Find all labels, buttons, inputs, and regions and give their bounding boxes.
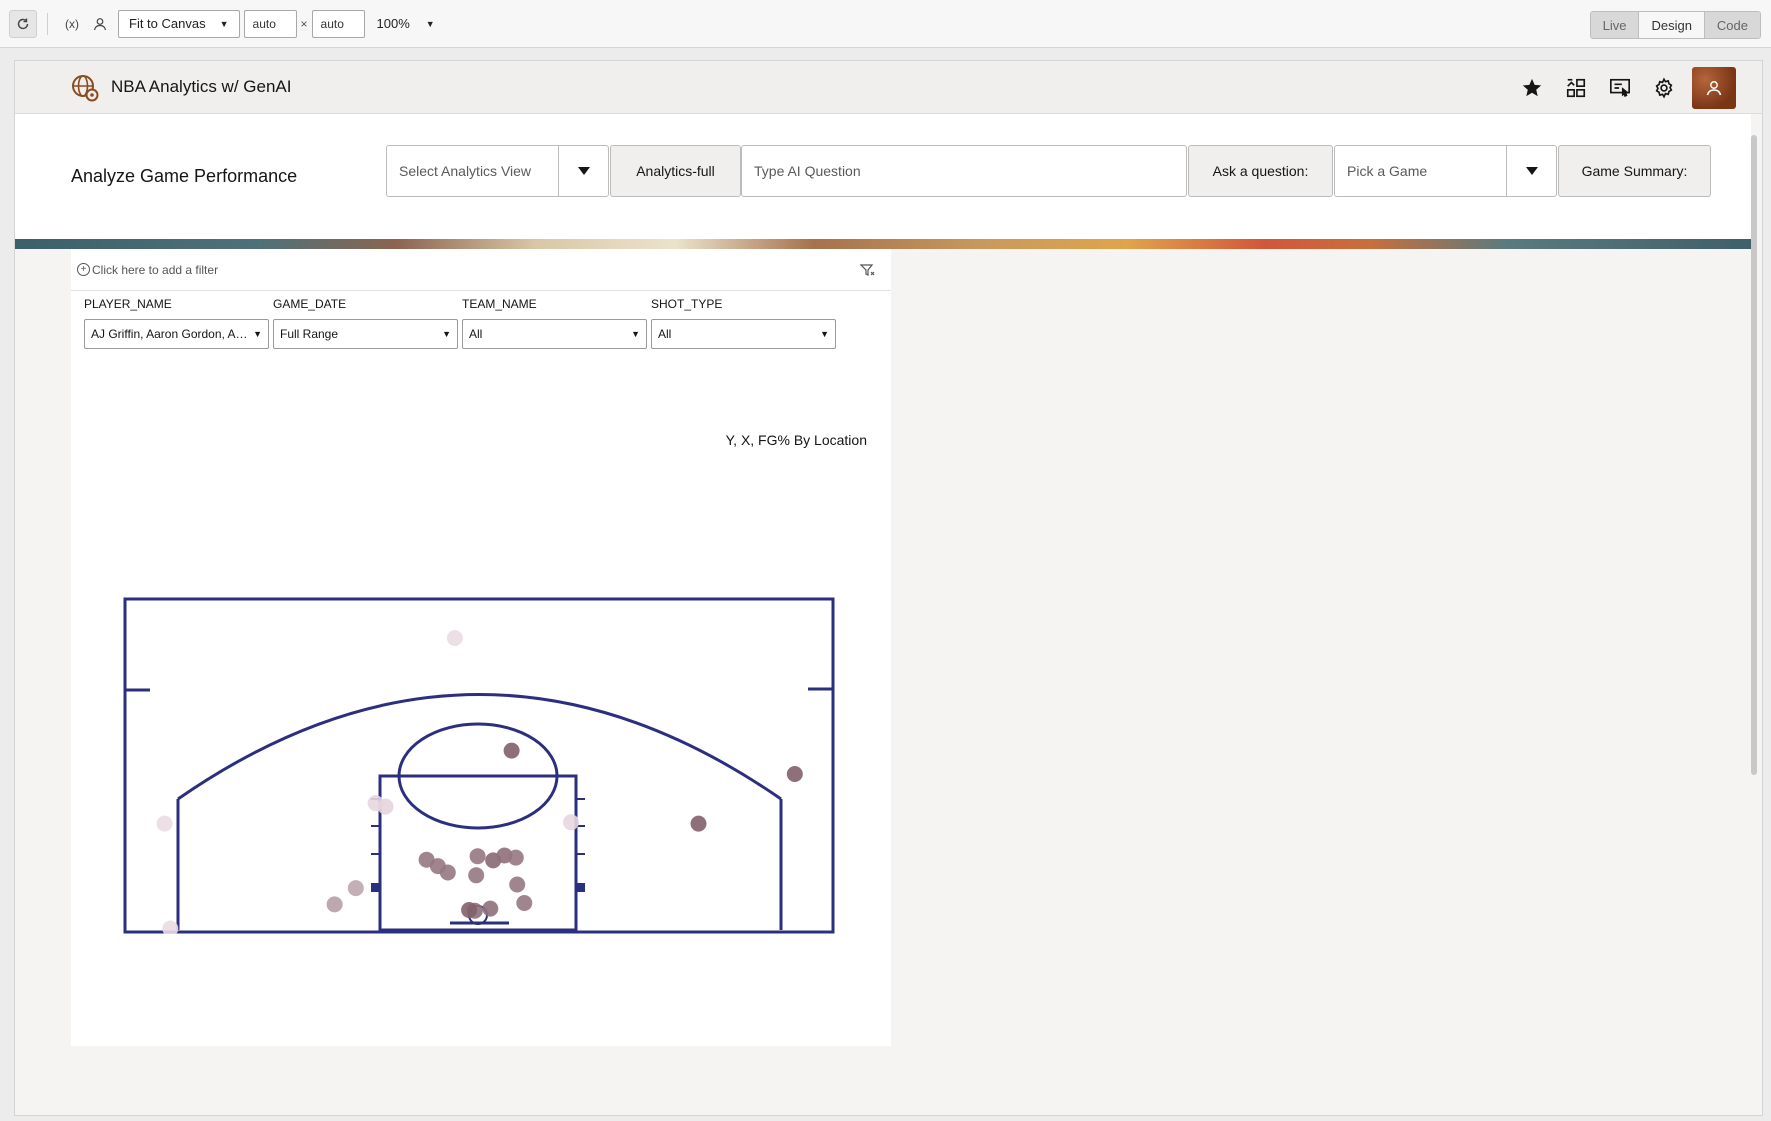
shot-point[interactable] xyxy=(507,849,524,866)
app-header: NBA Analytics w/ GenAI xyxy=(15,61,1762,114)
chart-title: Y, X, FG% By Location xyxy=(725,432,867,448)
filter-value: Full Range xyxy=(280,327,339,341)
header-actions xyxy=(1508,67,1736,109)
zoom-select[interactable]: 100% ▼ xyxy=(377,16,435,31)
app-frame: NBA Analytics w/ GenAI Analyze Game Perf… xyxy=(14,60,1763,1116)
filter-value: AJ Griffin, Aaron Gordon, Aaron Holiday xyxy=(91,327,249,341)
scrollbar-thumb[interactable] xyxy=(1751,135,1757,775)
mode-switcher: Live Design Code xyxy=(1589,11,1761,39)
filter-label: PLAYER_NAME xyxy=(84,297,172,311)
add-filter-label: Click here to add a filter xyxy=(92,262,219,277)
filter-bar: + Click here to add a filter xyxy=(71,249,891,291)
toolbar-divider xyxy=(47,12,48,35)
shot-point[interactable] xyxy=(418,851,435,868)
team-name-select[interactable]: All ▼ xyxy=(462,319,647,349)
chevron-down-icon: ▼ xyxy=(425,18,435,29)
avatar[interactable] xyxy=(1692,67,1736,109)
chevron-down-icon[interactable] xyxy=(1506,146,1556,196)
canvas-width-input[interactable]: auto xyxy=(243,9,297,38)
fit-to-canvas-select[interactable]: Fit to Canvas ▼ xyxy=(118,9,240,38)
designer-toolbar: (x) Fit to Canvas ▼ auto × auto 100% ▼ L… xyxy=(0,0,1771,48)
game-summary-button[interactable]: Game Summary: xyxy=(1558,145,1711,197)
shot-point[interactable] xyxy=(516,895,533,911)
lane-block xyxy=(371,883,380,892)
shot-point[interactable] xyxy=(503,742,520,759)
chevron-down-icon: ▼ xyxy=(442,329,451,339)
filter-label: TEAM_NAME xyxy=(462,297,537,311)
app-title: NBA Analytics w/ GenAI xyxy=(111,77,292,96)
ai-question-input[interactable]: Type AI Question xyxy=(741,145,1187,197)
chevron-down-icon: ▼ xyxy=(631,329,640,339)
ask-question-button[interactable]: Ask a question: xyxy=(1188,145,1333,197)
vertical-scrollbar[interactable] xyxy=(1749,117,1759,1115)
shot-point[interactable] xyxy=(156,815,173,832)
times-symbol: × xyxy=(300,16,308,31)
page-title: Analyze Game Performance xyxy=(71,166,298,186)
shot-point[interactable] xyxy=(439,864,456,881)
game-date-filter: GAME_DATE Full Range ▼ xyxy=(273,297,458,349)
fit-to-canvas-label: Fit to Canvas xyxy=(129,16,206,31)
plus-circle-icon: + xyxy=(77,263,90,276)
globe-settings-icon xyxy=(71,74,99,102)
decorative-banner xyxy=(15,239,1751,249)
visualization-panel: + Click here to add a filter PLAYER_NAME… xyxy=(71,249,891,1046)
chevron-down-icon: ▼ xyxy=(219,18,229,29)
shot-point[interactable] xyxy=(469,848,486,865)
pick-game-placeholder: Pick a Game xyxy=(1347,163,1428,179)
zoom-label: 100% xyxy=(376,16,410,31)
performance-header: Analyze Game Performance Select Analytic… xyxy=(15,114,1751,239)
mode-live-button[interactable]: Live xyxy=(1590,12,1639,38)
filter-value: All xyxy=(658,327,672,341)
shot-chart xyxy=(123,597,835,934)
shot-point[interactable] xyxy=(563,814,579,831)
filter-label: GAME_DATE xyxy=(273,297,347,311)
add-filter-link[interactable]: + Click here to add a filter xyxy=(77,263,218,277)
mode-design-button[interactable]: Design xyxy=(1638,12,1704,38)
variables-icon[interactable]: (x) xyxy=(58,10,86,38)
page-content: Analyze Game Performance Select Analytic… xyxy=(15,114,1751,1115)
team-name-filter: TEAM_NAME All ▼ xyxy=(462,297,647,349)
shot-points xyxy=(156,630,803,935)
user-icon xyxy=(1706,81,1722,96)
chevron-down-icon: ▼ xyxy=(820,329,829,339)
shot-point[interactable] xyxy=(786,766,803,782)
chevron-down-icon: ▼ xyxy=(253,329,262,339)
refresh-icon[interactable] xyxy=(9,9,37,38)
shot-point[interactable] xyxy=(377,798,394,815)
shot-point[interactable] xyxy=(162,920,179,935)
analytics-view-select[interactable]: Select Analytics View xyxy=(386,145,609,197)
game-date-select[interactable]: Full Range ▼ xyxy=(273,319,458,349)
filter-label: SHOT_TYPE xyxy=(651,297,723,311)
user-icon[interactable] xyxy=(86,10,114,38)
player-name-select[interactable]: AJ Griffin, Aaron Gordon, Aaron Holiday … xyxy=(84,319,269,349)
pick-game-select[interactable]: Pick a Game xyxy=(1334,145,1557,197)
lane-block xyxy=(576,883,585,892)
three-point-arc xyxy=(177,693,782,801)
analytics-view-placeholder: Select Analytics View xyxy=(399,163,532,179)
shot-point[interactable] xyxy=(326,896,343,913)
shot-point[interactable] xyxy=(446,630,463,646)
shot-point[interactable] xyxy=(468,867,485,884)
canvas-height-input[interactable]: auto xyxy=(311,9,365,38)
player-name-filter: PLAYER_NAME AJ Griffin, Aaron Gordon, Aa… xyxy=(84,297,269,349)
star-icon[interactable] xyxy=(1512,68,1552,108)
shot-point[interactable] xyxy=(509,876,526,893)
shot-point[interactable] xyxy=(347,880,364,897)
gear-icon[interactable] xyxy=(1644,68,1684,108)
shot-point[interactable] xyxy=(461,902,478,918)
filter-icon[interactable] xyxy=(859,263,875,283)
shot-type-filter: SHOT_TYPE All ▼ xyxy=(651,297,836,349)
chevron-down-icon[interactable] xyxy=(558,146,608,196)
layout-icon[interactable] xyxy=(1556,68,1596,108)
shot-point[interactable] xyxy=(690,815,707,832)
mode-code-button[interactable]: Code xyxy=(1703,12,1760,38)
shot-point[interactable] xyxy=(482,900,499,917)
shot-type-select[interactable]: All ▼ xyxy=(651,319,836,349)
presentation-icon[interactable] xyxy=(1600,68,1640,108)
filter-value: All xyxy=(469,327,483,341)
analytics-full-button[interactable]: Analytics-full xyxy=(610,145,741,197)
